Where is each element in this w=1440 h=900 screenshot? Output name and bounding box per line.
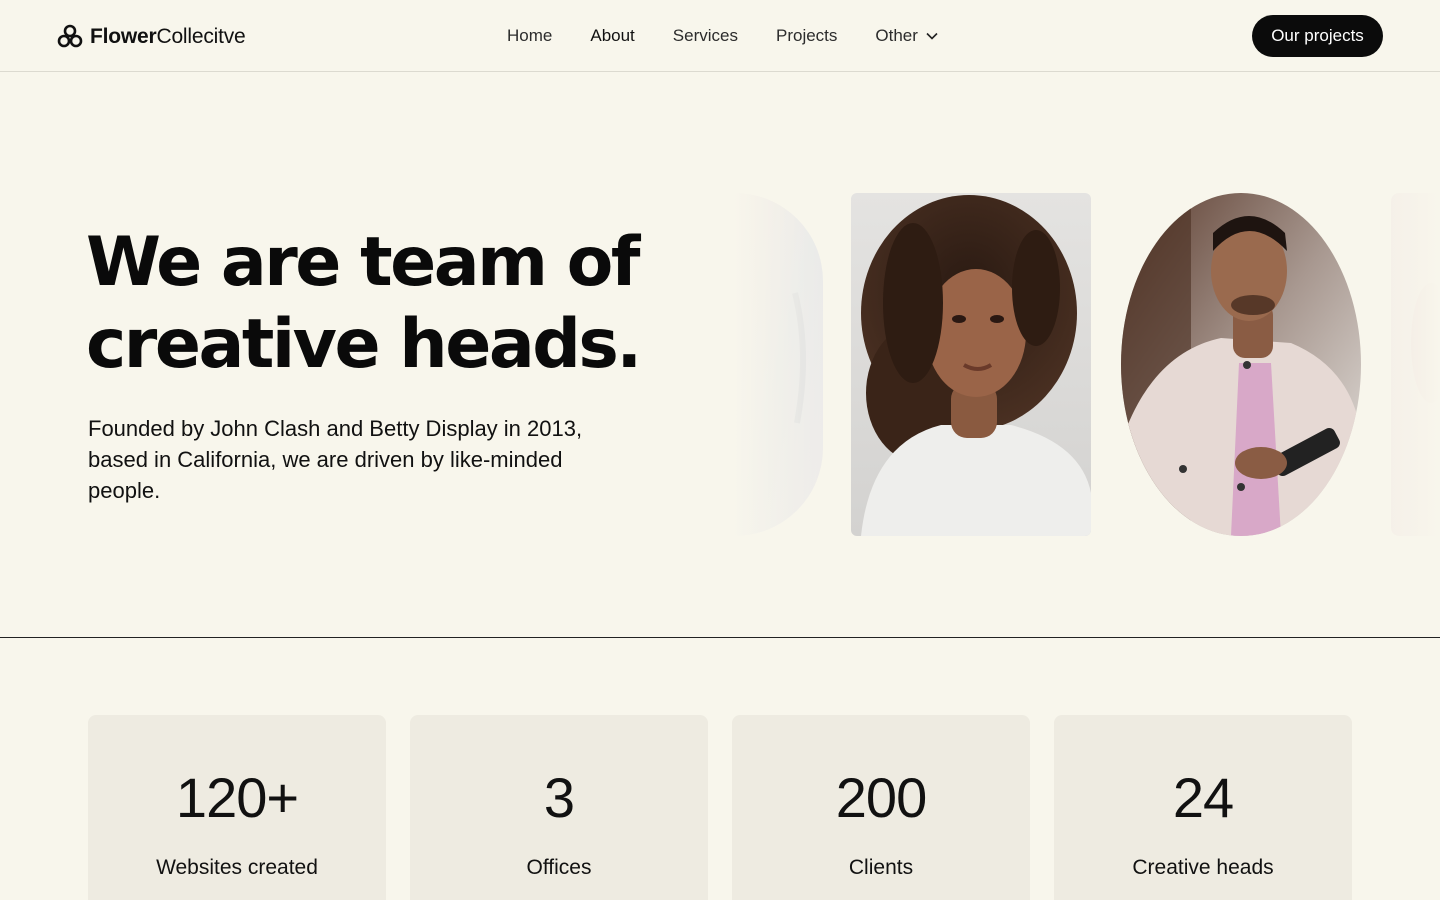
hero-subtitle: Founded by John Clash and Betty Display … (88, 416, 583, 503)
stat-value: 120+ (175, 766, 299, 829)
stat-value: 200 (835, 766, 927, 829)
team-photo-man (1121, 193, 1361, 536)
nav-home[interactable]: Home (507, 26, 552, 46)
nav-services[interactable]: Services (673, 26, 738, 46)
carousel-fade-right (1380, 180, 1440, 550)
nav-other-dropdown[interactable]: Other (875, 26, 938, 46)
stat-card-websites: 120+ Websites created (88, 715, 386, 900)
stat-label: Offices (526, 856, 592, 879)
stat-label: Websites created (156, 856, 318, 879)
team-photo-woman (851, 193, 1091, 536)
stat-label: Clients (848, 856, 914, 879)
nav-about[interactable]: About (590, 26, 634, 46)
chevron-down-icon (926, 32, 938, 40)
our-projects-button[interactable]: Our projects (1252, 15, 1383, 57)
flower-icon (57, 24, 83, 48)
stat-card-creative-heads: 24 Creative heads (1054, 715, 1352, 900)
stat-card-clients: 200 Clients (732, 715, 1030, 900)
section-divider (0, 637, 1440, 638)
logo-text: FlowerCollecitve (90, 25, 246, 49)
hero-title-line2: creative heads. (86, 305, 642, 384)
logo-light-text: Collecitve (156, 25, 246, 48)
hero-title-line1: We are team of (86, 223, 640, 302)
stat-card-offices: 3 Offices (410, 715, 708, 900)
stat-value: 3 (543, 766, 575, 829)
stat-label: Creative heads (1132, 856, 1274, 879)
site-header: FlowerCollecitve Home About Services Pro… (0, 0, 1440, 72)
nav-projects[interactable]: Projects (776, 26, 837, 46)
main-nav: Home About Services Projects Other (507, 24, 976, 48)
carousel-fade-left (720, 180, 840, 550)
stat-value: 24 (1172, 766, 1234, 829)
hero-title: We are team of creative heads. (86, 222, 686, 386)
nav-other-label: Other (875, 26, 918, 45)
logo-bold-text: Flower (90, 25, 157, 48)
logo[interactable]: FlowerCollecitve (56, 22, 246, 52)
